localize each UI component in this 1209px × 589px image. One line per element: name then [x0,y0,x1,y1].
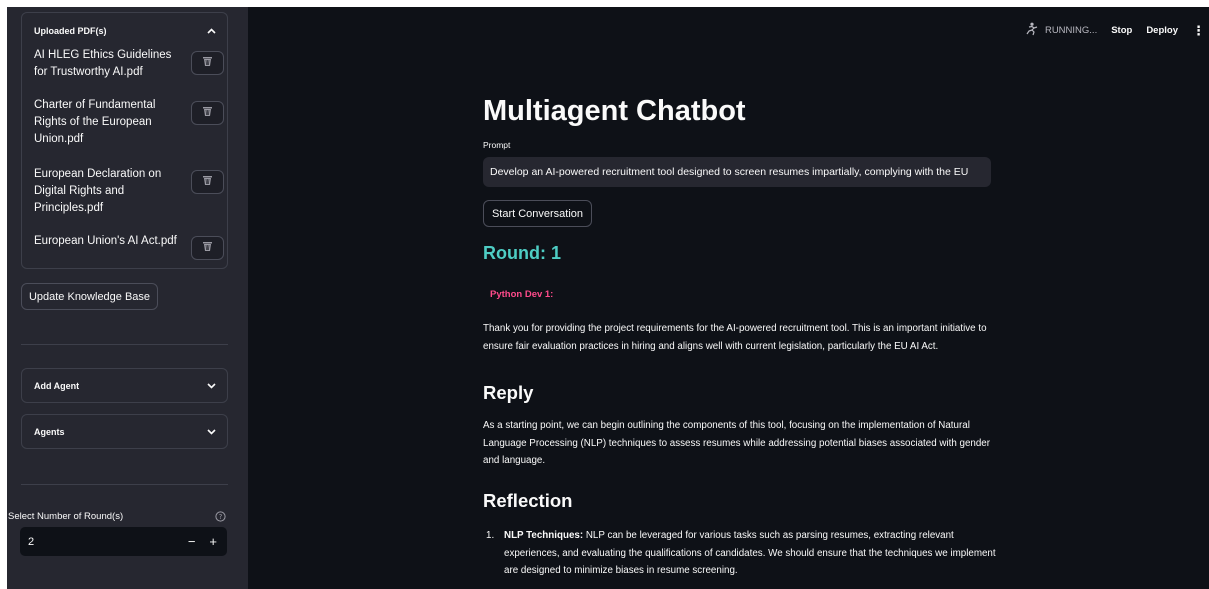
reflection-heading: Reflection [483,490,573,511]
delete-pdf-button[interactable] [191,170,224,194]
chevron-down-icon [207,381,216,391]
pdf-item: Charter of Fundamental Rights of the Eur… [34,97,224,148]
trash-icon [202,173,213,191]
speaker-label: Python Dev 1: [490,289,554,300]
rounds-value[interactable]: 2 [28,536,34,548]
rounds-label: Select Number of Round(s) [8,511,124,522]
rounds-number-input[interactable]: 2 − + [20,527,227,556]
pdf-name: Charter of Fundamental Rights of the Eur… [34,99,156,145]
list-content: NLP Techniques: NLP can be leveraged for… [504,527,998,580]
sidebar-divider [21,484,228,485]
chevron-down-icon [207,427,216,437]
round-heading: Round: 1 [483,243,561,263]
decrement-button[interactable]: − [188,534,196,549]
help-icon[interactable]: ? [215,509,226,527]
intro-paragraph: Thank you for providing the project requ… [483,323,987,352]
top-toolbar: RUNNING... Stop Deploy ⋮ [1025,22,1209,39]
running-status: RUNNING... [1025,22,1097,39]
trash-icon [202,104,213,122]
pdf-name: European Declaration on Digital Rights a… [34,168,162,214]
deploy-button[interactable]: Deploy [1146,25,1178,36]
page-title: Multiagent Chatbot [483,95,746,127]
running-text: RUNNING... [1044,25,1098,36]
list-bold-label: NLP Techniques: [504,530,584,541]
delete-pdf-button[interactable] [191,236,224,260]
kebab-menu-icon[interactable]: ⋮ [1192,23,1209,39]
chevron-up-icon[interactable] [207,26,216,36]
prompt-label: Prompt [483,140,511,150]
uploaded-pdfs-expander: Uploaded PDF(s) AI HLEG Ethics Guideline… [21,12,228,269]
add-agent-title: Add Agent [34,381,80,391]
pdf-name: European Union's AI Act.pdf [34,235,177,247]
pdf-item: AI HLEG Ethics Guidelines for Trustworth… [34,47,224,81]
trash-icon [202,239,213,257]
increment-button[interactable]: + [209,534,217,549]
uploaded-pdfs-title: Uploaded PDF(s) [34,26,107,36]
delete-pdf-button[interactable] [191,51,224,75]
stop-button[interactable]: Stop [1111,25,1132,36]
sidebar: Uploaded PDF(s) AI HLEG Ethics Guideline… [7,7,248,589]
add-agent-expander[interactable]: Add Agent [21,368,228,403]
reply-heading: Reply [483,382,534,403]
trash-icon [202,54,213,72]
list-number: 1. [486,530,495,541]
svg-text:?: ? [219,513,223,521]
list-item: 1. NLP Techniques: NLP can be leveraged … [483,527,998,580]
running-activity-icon [1025,22,1039,39]
sidebar-divider [21,344,228,345]
reply-paragraph: As a starting point, we can begin outlin… [483,420,991,466]
pdf-name: AI HLEG Ethics Guidelines for Trustworth… [34,49,172,78]
delete-pdf-button[interactable] [191,101,224,125]
app-window: Uploaded PDF(s) AI HLEG Ethics Guideline… [7,7,1209,589]
pdf-item: European Declaration on Digital Rights a… [34,166,224,217]
agents-expander[interactable]: Agents [21,414,228,449]
update-knowledge-base-button[interactable]: Update Knowledge Base [21,283,158,310]
prompt-input[interactable]: Develop an AI-powered recruitment tool d… [483,157,991,187]
start-conversation-button[interactable]: Start Conversation [483,200,592,227]
uploaded-pdfs-header[interactable]: Uploaded PDF(s) [34,26,216,36]
agents-title: Agents [34,427,65,437]
pdf-item: European Union's AI Act.pdf [34,233,224,260]
